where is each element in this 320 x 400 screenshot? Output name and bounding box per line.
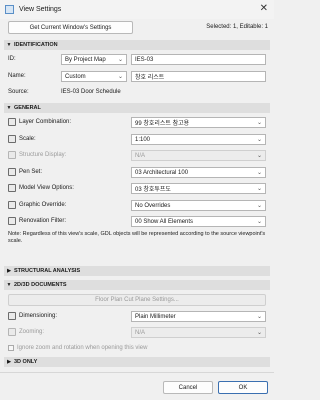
chevron-down-icon: ⌄ <box>256 186 262 192</box>
name-label: Name: <box>8 73 26 79</box>
graphic-override-icon <box>8 201 16 209</box>
title-bar: View Settings ✕ <box>0 0 274 19</box>
section-title: STRUCTURAL ANALYSIS <box>14 268 81 274</box>
pen-set-label: Pen Set: <box>19 169 43 175</box>
section-general[interactable]: ▼ GENERAL <box>4 103 270 113</box>
scale-select[interactable]: 1:100 ⌄ <box>131 134 266 145</box>
model-view-options-label: Model View Options: <box>19 185 74 191</box>
section-title: 3D ONLY <box>14 359 38 365</box>
pen-set-select[interactable]: 03 Architectural 100 ⌄ <box>131 167 266 178</box>
ignore-zoom-label: Ignore zoom and rotation when opening th… <box>17 345 148 351</box>
structure-icon <box>8 151 16 159</box>
section-identification[interactable]: ▼ IDENTIFICATION <box>4 40 270 50</box>
name-input[interactable]: 창호 리스트 <box>131 71 266 82</box>
chevron-down-icon: ⌄ <box>256 203 262 209</box>
top-bar: Get Current Window's Settings Selected: … <box>0 19 274 36</box>
section-structural-analysis[interactable]: ▶ STRUCTURAL ANALYSIS <box>4 266 270 276</box>
id-mode-select[interactable]: By Project Map ⌄ <box>61 54 127 65</box>
source-label: Source: <box>8 89 29 95</box>
renovation-filter-label: Renovation Filter: <box>19 218 67 224</box>
chevron-down-icon: ⌄ <box>117 74 123 80</box>
selection-info: Selected: 1, Editable: 1 <box>206 24 268 30</box>
zooming-select: N/A ⌄ <box>131 327 266 338</box>
get-current-window-settings-button[interactable]: Get Current Window's Settings <box>8 21 133 34</box>
section-title: 2D/3D DOCUMENTS <box>14 282 67 288</box>
ok-button[interactable]: OK <box>218 381 268 394</box>
chevron-down-icon: ⌄ <box>256 219 262 225</box>
collapsed-icon: ▶ <box>7 359 11 365</box>
pen-set-icon <box>8 168 16 176</box>
dimensioning-select[interactable]: Plain Millimeter ⌄ <box>131 311 266 322</box>
id-label: ID: <box>8 56 16 62</box>
window-title: View Settings <box>19 6 62 13</box>
footer-divider <box>0 372 274 373</box>
chevron-down-icon: ⌄ <box>256 330 262 336</box>
structure-display-label: Structure Display: <box>19 152 67 158</box>
chevron-down-icon: ⌄ <box>256 153 262 159</box>
dimensioning-label: Dimensioning: <box>19 313 58 319</box>
expanded-icon: ▼ <box>6 42 12 48</box>
zooming-label: Zooming: <box>19 329 45 335</box>
chevron-down-icon: ⌄ <box>117 57 123 63</box>
collapsed-icon: ▶ <box>7 268 11 274</box>
scale-note: Note: Regardless of this view's scale, G… <box>8 231 266 244</box>
ignore-zoom-checkbox[interactable] <box>8 345 14 351</box>
app-icon <box>5 5 14 14</box>
expanded-icon: ▼ <box>6 105 12 111</box>
chevron-down-icon: ⌄ <box>256 137 262 143</box>
chevron-down-icon: ⌄ <box>256 120 262 126</box>
graphic-override-label: Graphic Override: <box>19 202 67 208</box>
scale-label: Scale: <box>19 136 36 142</box>
id-input[interactable]: IES-03 <box>131 54 266 65</box>
model-view-icon <box>8 184 16 192</box>
section-3d-only[interactable]: ▶ 3D ONLY <box>4 357 270 367</box>
name-mode-select[interactable]: Custom ⌄ <box>61 71 127 82</box>
scale-icon <box>8 135 16 143</box>
expanded-icon: ▼ <box>6 282 12 288</box>
layer-combination-select[interactable]: 99 창호리스트 참고용 ⌄ <box>131 117 266 128</box>
structure-display-select: N/A ⌄ <box>131 150 266 161</box>
source-value: IES-03 Door Schedule <box>61 89 121 95</box>
close-icon[interactable]: ✕ <box>260 3 268 14</box>
chevron-down-icon: ⌄ <box>256 170 262 176</box>
layers-icon <box>8 118 16 126</box>
section-title: GENERAL <box>14 105 41 111</box>
renovation-filter-select[interactable]: 00 Show All Elements ⌄ <box>131 216 266 227</box>
cancel-button[interactable]: Cancel <box>163 381 213 394</box>
cut-plane-settings-button: Floor Plan Cut Plane Settings... <box>8 294 266 306</box>
layer-combination-label: Layer Combination: <box>19 119 72 125</box>
zoom-icon <box>8 328 16 336</box>
graphic-override-select[interactable]: No Overrides ⌄ <box>131 200 266 211</box>
section-2d3d-documents[interactable]: ▼ 2D/3D DOCUMENTS <box>4 280 270 290</box>
section-title: IDENTIFICATION <box>14 42 58 48</box>
renovation-icon <box>8 217 16 225</box>
model-view-options-select[interactable]: 03 창호투프도 ⌄ <box>131 183 266 194</box>
chevron-down-icon: ⌄ <box>256 314 262 320</box>
dimensioning-icon <box>8 312 16 320</box>
